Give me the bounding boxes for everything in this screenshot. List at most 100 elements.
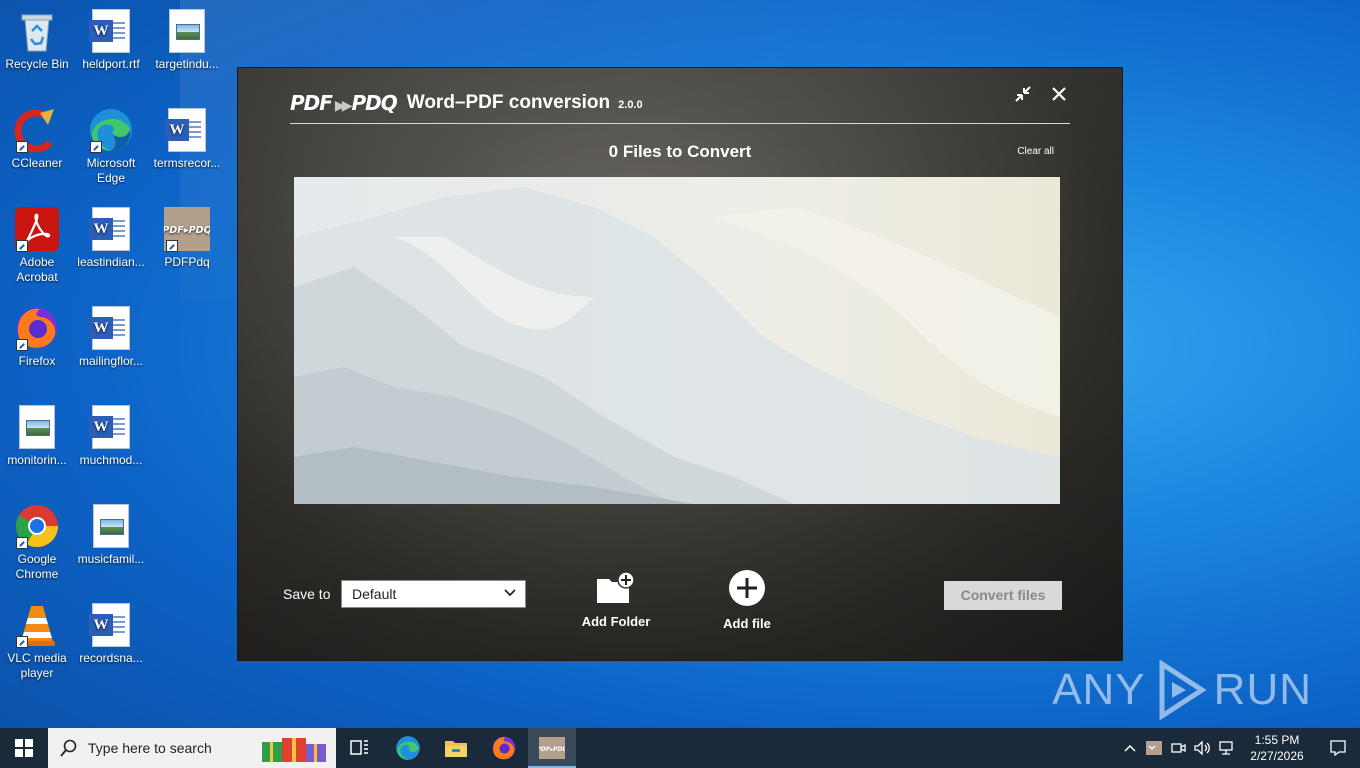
desktop-icon-ccleaner[interactable]: CCleaner xyxy=(0,107,74,171)
minimize-button[interactable] xyxy=(1012,84,1034,106)
desktop-icon-recordsna[interactable]: W recordsna... xyxy=(74,602,148,666)
desktop-icon-monitorin[interactable]: monitorin... xyxy=(0,404,74,468)
word-document-icon: W xyxy=(164,107,210,153)
chevron-up-icon xyxy=(1124,744,1136,752)
notification-icon xyxy=(1330,740,1346,757)
desktop-icon-label: muchmod... xyxy=(79,453,143,467)
watermark-left-text: ANY xyxy=(1052,665,1146,714)
pdfpdq-icon: PDF▸PDQ xyxy=(539,737,565,759)
image-file-icon xyxy=(164,8,210,54)
folder-icon xyxy=(445,741,467,757)
volume-button[interactable] xyxy=(1190,728,1214,768)
desktop-icon-termsrecor[interactable]: W termsrecor... xyxy=(150,107,224,171)
ccleaner-icon xyxy=(14,107,60,153)
desktop-icon-label: PDFPdq xyxy=(164,255,210,269)
desktop-icon-label: CCleaner xyxy=(11,156,63,170)
word-document-icon: W xyxy=(88,8,134,54)
desktop-icon-label: mailingflor... xyxy=(78,354,144,368)
file-drop-area[interactable] xyxy=(294,177,1060,504)
taskbar-firefox[interactable] xyxy=(480,728,528,768)
desktop-icon-label: recordsna... xyxy=(79,651,143,665)
add-file-label: Add file xyxy=(723,616,771,631)
desktop-icon-label: Recycle Bin xyxy=(5,57,69,71)
word-document-icon: W xyxy=(88,206,134,252)
network-button[interactable] xyxy=(1214,728,1238,768)
app-title: Word–PDF conversion xyxy=(406,91,611,113)
desktop-icon-label: monitorin... xyxy=(7,453,67,467)
desktop-icon-targetindu[interactable]: targetindu... xyxy=(150,8,224,72)
desktop-icon-vlc[interactable]: VLC media player xyxy=(0,602,74,681)
desktop-icon-label: heldport.rtf xyxy=(82,57,140,71)
desktop-icon-pdfpdq[interactable]: PDF▸PDQ PDFPdq xyxy=(150,206,224,270)
play-logo-icon xyxy=(1159,660,1207,720)
add-folder-icon xyxy=(597,571,635,603)
speaker-icon xyxy=(1194,740,1210,756)
meet-now-button[interactable] xyxy=(1166,728,1190,768)
vlc-icon xyxy=(14,602,60,648)
anyrun-watermark: ANY RUN xyxy=(1052,660,1312,720)
taskbar-pdfpdq[interactable]: PDF▸PDQ xyxy=(528,728,576,768)
desktop-icon-heldport[interactable]: W heldport.rtf xyxy=(74,8,148,72)
desktop-icon-chrome[interactable]: Google Chrome xyxy=(0,503,74,582)
taskbar-edge[interactable] xyxy=(384,728,432,768)
desktop-icon-label: Google Chrome xyxy=(15,552,59,581)
word-document-icon: W xyxy=(88,602,134,648)
add-file-button[interactable]: Add file xyxy=(708,569,786,631)
collapse-icon xyxy=(1015,86,1031,102)
edge-icon xyxy=(396,736,420,760)
edge-icon xyxy=(88,107,134,153)
desktop-icon-recycle-bin[interactable]: Recycle Bin xyxy=(0,8,74,72)
notifications-button[interactable] xyxy=(1316,728,1360,768)
desktop-icon-muchmod[interactable]: W muchmod... xyxy=(74,404,148,468)
close-button[interactable] xyxy=(1048,84,1070,106)
chevron-down-icon xyxy=(504,589,516,597)
recycle-bin-icon xyxy=(14,8,60,54)
clock-time: 1:55 PM xyxy=(1254,733,1300,747)
desktop-icon-adobe-acrobat[interactable]: Adobe Acrobat xyxy=(0,206,74,285)
tray-app-button[interactable] xyxy=(1142,728,1166,768)
save-to-select[interactable]: Default xyxy=(341,580,526,608)
files-count: 0 Files to Convert xyxy=(608,142,752,161)
add-folder-label: Add Folder xyxy=(581,614,651,629)
window-controls xyxy=(1012,84,1070,106)
mountain-background-image xyxy=(294,177,1060,504)
add-file-icon xyxy=(729,570,765,606)
firefox-icon xyxy=(14,305,60,351)
app-header: PDF ▶▶ PDQ Word–PDF conversion 2.0.0 xyxy=(290,82,1070,124)
adobe-acrobat-icon xyxy=(14,206,60,252)
taskbar-search-box[interactable]: Type here to search xyxy=(48,728,336,768)
start-button[interactable] xyxy=(0,728,48,768)
tray-app-icon xyxy=(1146,741,1162,755)
desktop-icon-label: musicfamil... xyxy=(77,552,145,566)
app-logo: PDF ▶▶ PDQ xyxy=(290,90,398,115)
add-folder-button[interactable]: Add Folder xyxy=(574,571,658,629)
pdfpdq-window: PDF ▶▶ PDQ Word–PDF conversion 2.0.0 0 Fil… xyxy=(237,67,1123,661)
desktop-icon-mailingflor[interactable]: W mailingflor... xyxy=(74,305,148,369)
clear-all-link[interactable]: Clear all xyxy=(1017,146,1054,157)
desktop-icon-label: Adobe Acrobat xyxy=(16,255,58,284)
search-icon xyxy=(60,739,77,757)
pdfpdq-icon: PDF▸PDQ xyxy=(164,206,210,252)
chrome-icon xyxy=(14,503,60,549)
desktop-icon-label: Firefox xyxy=(18,354,56,368)
system-tray: 1:55 PM 2/27/2026 xyxy=(1118,728,1360,768)
camera-icon xyxy=(1171,743,1186,753)
show-hidden-icons-button[interactable] xyxy=(1118,728,1142,768)
desktop-icon-label: Microsoft Edge xyxy=(86,156,136,185)
svg-text:PDF▸PDQ: PDF▸PDQ xyxy=(164,225,210,236)
word-document-icon: W xyxy=(88,305,134,351)
desktop-icon-firefox[interactable]: Firefox xyxy=(0,305,74,369)
desktop-icon-edge[interactable]: Microsoft Edge xyxy=(74,107,148,186)
svg-text:PDF▸PDQ: PDF▸PDQ xyxy=(539,746,565,753)
taskbar-file-explorer[interactable] xyxy=(432,728,480,768)
app-version: 2.0.0 xyxy=(618,99,643,111)
taskbar-clock[interactable]: 1:55 PM 2/27/2026 xyxy=(1238,732,1316,764)
word-document-icon: W xyxy=(88,404,134,450)
task-view-button[interactable] xyxy=(336,728,384,768)
desktop-icon-musicfamil[interactable]: musicfamil... xyxy=(74,503,148,567)
desktop-icon-label: leastindian... xyxy=(77,255,145,269)
desktop-icon-label: targetindu... xyxy=(155,57,219,71)
search-placeholder: Type here to search xyxy=(88,740,212,756)
desktop-icon-leastindian[interactable]: W leastindian... xyxy=(74,206,148,270)
convert-files-button[interactable]: Convert files xyxy=(944,581,1062,610)
